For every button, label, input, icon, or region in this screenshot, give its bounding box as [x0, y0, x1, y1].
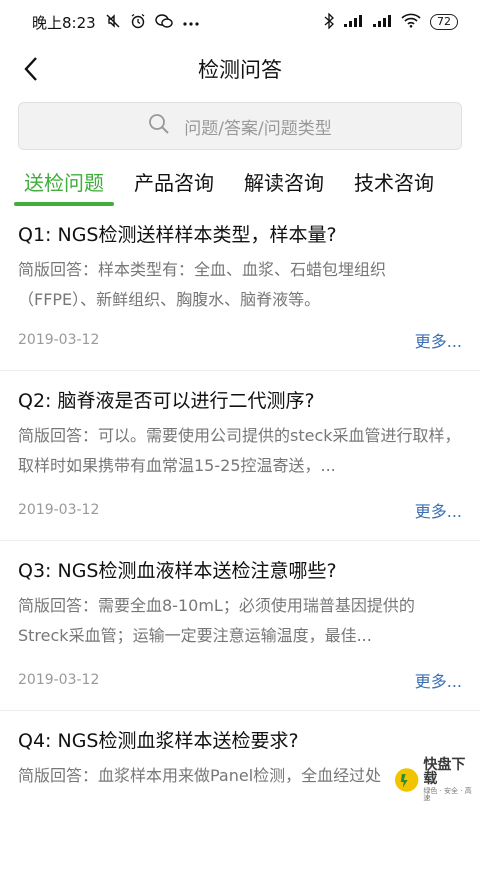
- list-item[interactable]: Q2: 脑脊液是否可以进行二代测序? 简版回答：可以。需要使用公司提供的stec…: [0, 371, 480, 541]
- mute-icon: [105, 13, 121, 32]
- answer-summary: 简版回答：样本类型有：全血、血浆、石蜡包埋组织（FFPE）、新鲜组织、胸腹水、脑…: [18, 260, 387, 309]
- search-placeholder: 问题/答案/问题类型: [184, 118, 332, 139]
- watermark-main: 快盘下载: [423, 757, 466, 787]
- alarm-icon: [130, 13, 146, 32]
- signal-icon: [343, 14, 363, 31]
- search-input[interactable]: 问题/答案/问题类型: [18, 102, 462, 150]
- list-item[interactable]: Q1: NGS检测送样样本类型，样本量? 简版回答：样本类型有：全血、血浆、石蜡…: [0, 206, 480, 371]
- list-item[interactable]: Q3: NGS检测血液样本送检注意哪些? 简版回答：需要全血8-10mL；必须使…: [0, 541, 480, 711]
- status-time: 晚上8:23: [32, 13, 96, 32]
- item-date: 2019-03-12: [18, 502, 100, 518]
- battery-indicator: 72: [430, 14, 458, 30]
- question-title: Q3: NGS检测血液样本送检注意哪些?: [18, 560, 337, 582]
- category-tabs: 送检问题 产品咨询 解读咨询 技术咨询: [0, 168, 480, 206]
- item-meta: 2019-03-12 更多...: [18, 498, 462, 522]
- answer-summary: 简版回答：需要全血8-10mL；必须使用瑞普基因提供的Streck采血管；运输一…: [18, 596, 415, 645]
- page-title: 检测问答: [198, 58, 282, 82]
- search-icon: [148, 113, 170, 139]
- item-date: 2019-03-12: [18, 332, 100, 348]
- answer-summary: 简版回答：可以。需要使用公司提供的steck采血管进行取样，取样时如果携带有血常…: [18, 426, 461, 475]
- site-watermark: 快盘下载 绿色 · 安全 · 高速: [394, 758, 478, 802]
- more-link[interactable]: 更多...: [415, 668, 462, 692]
- item-meta: 2019-03-12 更多...: [18, 328, 462, 352]
- wifi-icon: [401, 13, 421, 31]
- tab-interpretation-consult[interactable]: 解读咨询: [240, 168, 328, 206]
- nav-bar: 检测问答: [0, 44, 480, 94]
- tab-product-consult[interactable]: 产品咨询: [130, 168, 218, 206]
- chevron-left-icon: [24, 57, 37, 81]
- question-title: Q4: NGS检测血浆样本送检要求?: [18, 730, 299, 752]
- wechat-icon: [154, 13, 173, 32]
- more-link[interactable]: 更多...: [415, 328, 462, 352]
- watermark-logo-icon: [394, 768, 419, 792]
- status-right: 72: [324, 11, 458, 32]
- watermark-text: 快盘下载 绿色 · 安全 · 高速: [423, 758, 478, 802]
- status-left: 晚上8:23: [32, 12, 200, 33]
- more-icon: [182, 15, 200, 30]
- item-meta: 2019-03-12 更多...: [18, 668, 462, 692]
- item-date: 2019-03-12: [18, 672, 100, 688]
- tab-technical-consult[interactable]: 技术咨询: [350, 168, 438, 206]
- bluetooth-icon: [324, 11, 334, 32]
- status-bar: 晚上8:23 72: [0, 0, 480, 44]
- question-title: Q2: 脑脊液是否可以进行二代测序?: [18, 390, 315, 412]
- signal-icon-2: [372, 14, 392, 31]
- question-title: Q1: NGS检测送样样本类型，样本量?: [18, 224, 337, 246]
- back-button[interactable]: [14, 52, 48, 86]
- tab-send-inspection[interactable]: 送检问题: [14, 168, 114, 206]
- more-link[interactable]: 更多...: [415, 498, 462, 522]
